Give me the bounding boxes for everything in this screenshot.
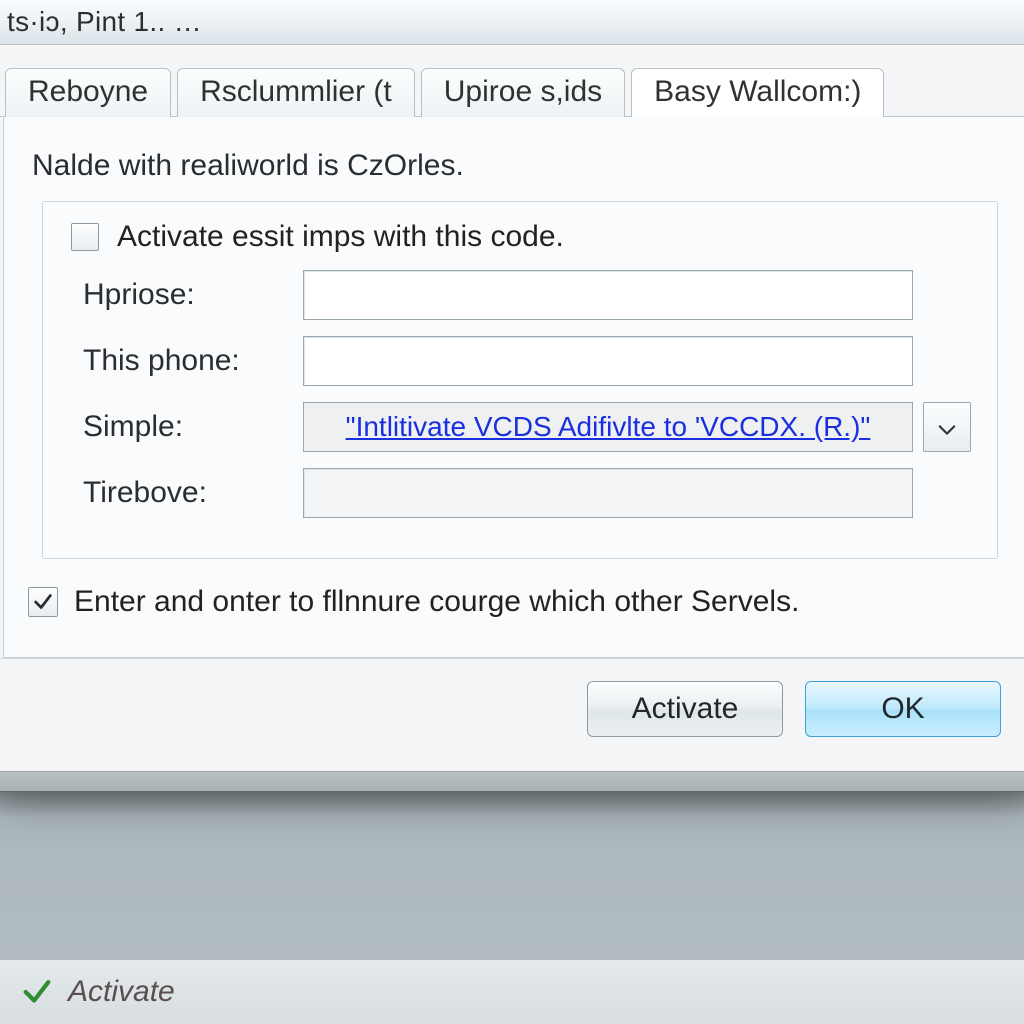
intro-text: Nalde with realiworld is CzOrles. (32, 149, 996, 183)
tab-panel: Nalde with realiworld is CzOrles. Activa… (3, 117, 1024, 658)
client-area: Reboyne Rsclummlier (t Upiroe s,ids Basy… (0, 45, 1024, 791)
lower-checkbox-label: Enter and onter to fllnnure courge which… (74, 585, 799, 619)
background-status-label: Activate (68, 975, 175, 1009)
window-drop-shadow (0, 791, 1024, 817)
tab-basy-wallcom[interactable]: Basy Wallcom:) (631, 68, 884, 117)
tab-rsclummlier[interactable]: Rsclummlier (t (177, 68, 415, 117)
background-status-row: Activate (0, 960, 1024, 1024)
checkbox-checked-icon[interactable] (28, 587, 58, 617)
tab-strip: Reboyne Rsclummlier (t Upiroe s,ids Basy… (0, 45, 1024, 117)
lower-checkbox-row[interactable]: Enter and onter to fllnnure courge which… (28, 585, 1000, 619)
checkbox-icon[interactable] (71, 223, 99, 251)
tab-reboyne[interactable]: Reboyne (5, 68, 171, 117)
window-border-bottom (0, 771, 1024, 791)
row-simple: Simple: "Intlitivate VCDS Adifivlte to '… (83, 402, 977, 452)
ok-button[interactable]: OK (805, 681, 1001, 737)
input-this-phone[interactable] (303, 336, 913, 386)
simple-link-box[interactable]: "Intlitivate VCDS Adifivlte to 'VCCDX. (… (303, 402, 913, 452)
label-this-phone: This phone: (83, 344, 293, 378)
input-hpriose[interactable] (303, 270, 913, 320)
tab-upiroe[interactable]: Upiroe s,ids (421, 68, 625, 117)
button-row: Activate OK (0, 658, 1024, 771)
label-hpriose: Hpriose: (83, 278, 293, 312)
window-title: ts·iɔ, Pint 1.. … (7, 6, 202, 38)
dialog-window: ts·iɔ, Pint 1.. … Reboyne Rsclummlier (t… (0, 0, 1024, 792)
label-tirebove: Tirebove: (83, 476, 293, 510)
simple-link[interactable]: "Intlitivate VCDS Adifivlte to 'VCCDX. (… (346, 411, 871, 443)
activate-checkbox-label: Activate essit imps with this code. (117, 220, 564, 254)
input-tirebove (303, 468, 913, 518)
check-icon (20, 975, 54, 1009)
label-simple: Simple: (83, 410, 293, 444)
chevron-down-icon (938, 412, 956, 443)
row-this-phone: This phone: (83, 336, 977, 386)
row-tirebove: Tirebove: (83, 468, 977, 518)
group-box: Activate essit imps with this code. Hpri… (42, 201, 998, 559)
title-bar: ts·iɔ, Pint 1.. … (0, 0, 1024, 45)
activate-button[interactable]: Activate (587, 681, 783, 737)
simple-dropdown-button[interactable] (923, 402, 971, 452)
activate-checkbox-row[interactable]: Activate essit imps with this code. (71, 220, 977, 254)
row-hpriose: Hpriose: (83, 270, 977, 320)
